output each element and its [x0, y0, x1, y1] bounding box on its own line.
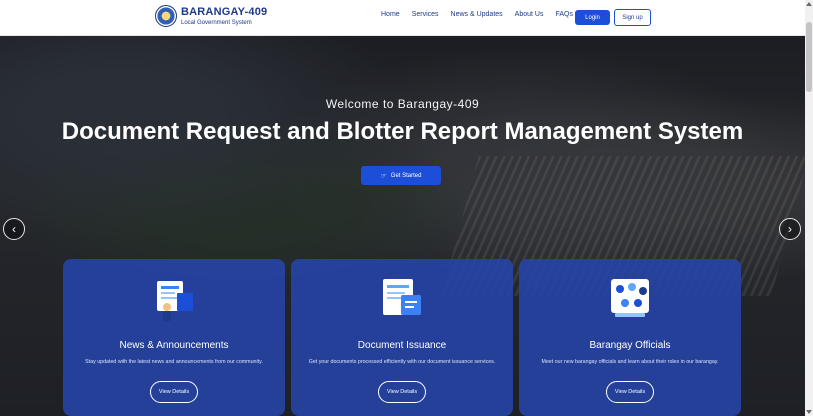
login-button[interactable]: Login [575, 10, 610, 25]
get-started-label: Get Started [390, 172, 422, 179]
card-document-desc: Get your documents processed efficiently… [308, 359, 496, 365]
carousel-next-button[interactable]: › [779, 218, 801, 240]
nav-links: Home Services News & Updates About Us FA… [381, 11, 573, 18]
card-document-title: Document Issuance [357, 340, 447, 351]
barangay-seal-logo [155, 5, 177, 27]
hero-welcome: Welcome to Barangay-409 [325, 97, 480, 111]
scroll-down-icon[interactable] [806, 410, 812, 414]
get-started-button[interactable]: ☞ Get Started [361, 166, 441, 185]
nav-about-link[interactable]: About Us [515, 11, 544, 18]
navbar: BARANGAY-409 Local Government System Hom… [0, 0, 805, 36]
card-officials: Barangay Officials Meet our new barangay… [519, 259, 741, 416]
chevron-right-icon: › [788, 222, 792, 236]
card-news-title: News & Announcements [119, 340, 229, 351]
news-announcements-icon [157, 281, 193, 321]
carousel-prev-button[interactable]: ‹ [3, 218, 25, 240]
hero-carousel: Welcome to Barangay-409 Document Request… [0, 36, 805, 416]
card-officials-view-button[interactable]: View Details [606, 381, 654, 403]
brand-text: BARANGAY-409 Local Government System [181, 5, 268, 26]
pointer-icon: ☞ [380, 172, 387, 180]
brand[interactable]: BARANGAY-409 Local Government System [155, 5, 267, 27]
nav-news-link[interactable]: News & Updates [451, 11, 503, 18]
hero-headline: Document Request and Blotter Report Mana… [61, 118, 744, 145]
scroll-thumb[interactable] [806, 22, 812, 92]
card-news: News & Announcements Stay updated with t… [63, 259, 285, 416]
barangay-officials-icon [611, 279, 649, 317]
card-document: Document Issuance Get your documents pro… [291, 259, 513, 416]
signup-button[interactable]: Sign up [614, 9, 651, 26]
card-document-view-button[interactable]: View Details [378, 381, 426, 403]
card-officials-title: Barangay Officials [589, 340, 671, 351]
card-news-desc: Stay updated with the latest news and an… [85, 359, 263, 365]
card-officials-desc: Meet our new barangay officials and lear… [541, 359, 719, 365]
page-scrollbar[interactable] [805, 0, 813, 416]
scroll-up-icon[interactable] [806, 2, 812, 6]
chevron-left-icon: ‹ [12, 222, 16, 236]
card-news-view-button[interactable]: View Details [150, 381, 198, 403]
nav-home-link[interactable]: Home [381, 11, 400, 18]
nav-faqs-link[interactable]: FAQs [555, 11, 573, 18]
nav-services-link[interactable]: Services [412, 11, 439, 18]
document-issuance-icon [383, 279, 421, 315]
brand-title: BARANGAY-409 [181, 5, 268, 18]
brand-subtitle: Local Government System [181, 19, 252, 26]
